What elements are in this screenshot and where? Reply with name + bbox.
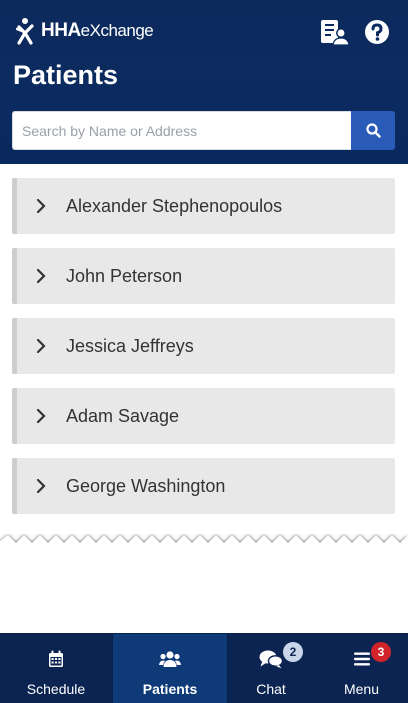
patient-row[interactable]: Adam Savage xyxy=(12,388,395,444)
patient-row[interactable]: Alexander Stephenopoulos xyxy=(12,178,395,234)
search-bar xyxy=(12,111,395,150)
patient-row[interactable]: George Washington xyxy=(12,458,395,514)
patient-list: Alexander Stephenopoulos John Peterson J… xyxy=(12,178,395,528)
patient-name: Adam Savage xyxy=(66,405,180,426)
menu-notification-badge: 3 xyxy=(371,642,391,662)
calendar-icon xyxy=(48,649,64,669)
users-icon xyxy=(159,649,181,669)
nav-schedule-label: Schedule xyxy=(26,681,86,697)
patient-card-icon[interactable] xyxy=(319,17,349,47)
patient-name: George Washington xyxy=(66,475,226,496)
brand-rest: eXchange xyxy=(80,21,154,40)
torn-edge-divider xyxy=(0,534,408,562)
brand-logo[interactable]: HHAeXchange xyxy=(16,16,154,46)
chevron-right-icon xyxy=(36,408,50,424)
chevron-right-icon xyxy=(36,478,50,494)
brand-wordmark: HHAeXchange xyxy=(41,20,154,42)
nav-menu-label: Menu xyxy=(343,681,380,697)
nav-patients-label: Patients xyxy=(142,681,198,697)
chevron-right-icon xyxy=(36,268,50,284)
nav-schedule[interactable]: Schedule xyxy=(0,634,113,703)
nav-menu[interactable]: Menu 3 xyxy=(315,634,408,703)
patient-row[interactable]: Jessica Jeffreys xyxy=(12,318,395,374)
chevron-right-icon xyxy=(36,198,50,214)
help-question-icon[interactable] xyxy=(362,17,392,47)
nav-chat[interactable]: Chat 2 xyxy=(228,634,315,703)
search-input[interactable] xyxy=(12,111,351,150)
logo-figure-icon xyxy=(16,18,34,45)
brand-main: HHA xyxy=(41,20,81,41)
bottom-navigation: Schedule Patients Chat 2 Menu 3 xyxy=(0,633,408,703)
chevron-right-icon xyxy=(36,338,50,354)
patient-row[interactable]: John Peterson xyxy=(12,248,395,304)
patient-name: Alexander Stephenopoulos xyxy=(66,195,283,216)
top-bar: HHAeXchange xyxy=(0,0,408,60)
chat-unread-badge: 2 xyxy=(283,642,303,662)
page-title: Patients xyxy=(13,60,119,90)
patient-name: John Peterson xyxy=(66,265,183,286)
nav-chat-label: Chat xyxy=(256,681,286,697)
patient-name: Jessica Jeffreys xyxy=(66,335,194,356)
app-header: HHAeXchange Patients xyxy=(0,0,408,164)
hamburger-icon xyxy=(353,649,371,669)
search-button[interactable] xyxy=(351,111,395,150)
nav-patients[interactable]: Patients xyxy=(113,634,228,703)
search-icon xyxy=(365,123,381,138)
chat-bubbles-icon xyxy=(259,649,283,669)
